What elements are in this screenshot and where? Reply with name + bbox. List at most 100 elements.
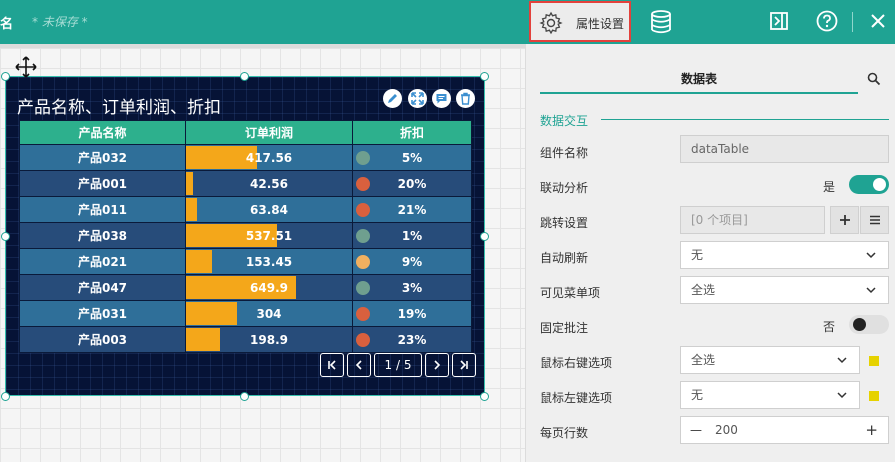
chevron-left-icon (355, 360, 362, 370)
table-row[interactable]: 产品001 42.56 20% (19, 170, 472, 197)
last-page-button[interactable] (452, 353, 476, 377)
help-icon[interactable] (816, 10, 838, 32)
fixed-note-toggle[interactable] (849, 315, 889, 334)
comment-button[interactable] (432, 89, 451, 108)
discount-value: 5% (401, 150, 423, 165)
table-row[interactable]: 产品047 649.9 3% (19, 274, 472, 301)
component-name-label: 组件名称 (540, 146, 589, 160)
section-divider (601, 119, 889, 120)
discount-cell[interactable]: 20% (352, 170, 472, 197)
move-icon[interactable] (14, 55, 38, 79)
widget-title: 产品名称、订单利润、折扣 (17, 98, 221, 118)
fullscreen-button[interactable] (408, 89, 427, 108)
increment-button[interactable]: + (865, 417, 878, 443)
rows-per-page-stepper[interactable]: — 200 + (680, 416, 889, 444)
profit-cell[interactable]: 63.84 (185, 196, 353, 223)
table-row[interactable]: 产品003 198.9 23% (19, 326, 472, 353)
search-icon[interactable] (867, 72, 881, 86)
table-row[interactable]: 产品032 417.56 5% (19, 144, 472, 171)
product-name-cell[interactable]: 产品001 (19, 170, 186, 197)
component-name-field[interactable]: dataTable (680, 135, 889, 163)
profit-cell[interactable]: 649.9 (185, 274, 353, 301)
page-indicator: 1 / 5 (374, 353, 422, 377)
left-click-select[interactable]: 无 (680, 381, 860, 409)
delete-button[interactable] (456, 89, 475, 108)
right-click-select[interactable]: 全选 (680, 346, 860, 374)
first-page-button[interactable] (320, 353, 344, 377)
next-page-button[interactable] (425, 353, 449, 377)
jump-label: 跳转设置 (540, 216, 589, 230)
product-name-cell[interactable]: 产品003 (19, 326, 186, 353)
product-name-cell[interactable]: 产品032 (19, 144, 186, 171)
last-page-icon (460, 360, 468, 370)
section-title: 数据交互 (540, 114, 589, 128)
profit-cell[interactable]: 417.56 (185, 144, 353, 171)
jump-field[interactable]: [0 个项目] (680, 206, 825, 234)
discount-cell[interactable]: 5% (352, 144, 472, 171)
discount-cell[interactable]: 9% (352, 248, 472, 275)
discount-value: 20% (397, 176, 427, 191)
column-header[interactable]: 折扣 (352, 120, 472, 145)
column-header[interactable]: 订单利润 (185, 120, 353, 145)
profit-cell[interactable]: 537.51 (185, 222, 353, 249)
resize-handle[interactable] (480, 392, 489, 401)
jump-menu-button[interactable] (860, 206, 889, 234)
gear-icon (539, 11, 563, 35)
resize-handle[interactable] (1, 392, 10, 401)
product-name-cell[interactable]: 产品011 (19, 196, 186, 223)
left-click-value: 无 (691, 388, 704, 402)
first-page-icon (328, 360, 336, 370)
column-header[interactable]: 产品名称 (19, 120, 186, 145)
discount-value: 1% (401, 228, 423, 243)
resize-handle[interactable] (480, 232, 489, 241)
resize-handle[interactable] (1, 72, 10, 81)
product-name-cell[interactable]: 产品047 (19, 274, 186, 301)
linkage-toggle[interactable] (849, 175, 889, 194)
header-divider (852, 12, 853, 32)
product-name-cell[interactable]: 产品031 (19, 300, 186, 327)
resize-handle[interactable] (1, 232, 10, 241)
resize-handle[interactable] (240, 72, 249, 81)
discount-cell[interactable]: 1% (352, 222, 472, 249)
close-icon[interactable] (870, 13, 886, 29)
profit-cell[interactable]: 42.56 (185, 170, 353, 197)
edit-button[interactable] (383, 89, 402, 108)
profit-value: 198.9 (250, 332, 288, 347)
profit-cell[interactable]: 304 (185, 300, 353, 327)
product-name-cell[interactable]: 产品038 (19, 222, 186, 249)
discount-cell[interactable]: 23% (352, 326, 472, 353)
chevron-down-icon (866, 252, 876, 259)
panel-toggle-icon[interactable] (769, 11, 789, 31)
table-row[interactable]: 产品031 304 19% (19, 300, 472, 327)
discount-indicator-dot (356, 333, 370, 347)
product-name-cell[interactable]: 产品021 (19, 248, 186, 275)
table-row[interactable]: 产品011 63.84 21% (19, 196, 472, 223)
decrement-button[interactable]: — (690, 417, 702, 443)
profit-bar (186, 302, 237, 325)
visible-menu-select[interactable]: 全选 (680, 276, 889, 304)
rows-per-page-value[interactable]: 200 (715, 417, 738, 443)
table-row[interactable]: 产品038 537.51 1% (19, 222, 472, 249)
profit-cell[interactable]: 153.45 (185, 248, 353, 275)
resize-handle[interactable] (480, 72, 489, 81)
table-row[interactable]: 产品021 153.45 9% (19, 248, 472, 275)
pencil-icon (388, 94, 397, 103)
profit-cell[interactable]: 198.9 (185, 326, 353, 353)
prev-page-button[interactable] (347, 353, 371, 377)
tab-data-table[interactable]: 数据表 (540, 70, 858, 87)
discount-indicator-dot (356, 255, 370, 269)
auto-refresh-select[interactable]: 无 (680, 241, 889, 269)
menu-icon (869, 215, 880, 225)
resize-handle[interactable] (240, 392, 249, 401)
tab-properties[interactable]: 属性设置 (529, 1, 631, 42)
table-widget[interactable]: 产品名称、订单利润、折扣 产品名称 订单利润 折扣 产品032 417.56 5% 产… (5, 76, 485, 396)
discount-cell[interactable]: 21% (352, 196, 472, 223)
discount-cell[interactable]: 19% (352, 300, 472, 327)
auto-refresh-value: 无 (691, 248, 704, 262)
discount-cell[interactable]: 3% (352, 274, 472, 301)
tab-underline (540, 92, 858, 94)
add-jump-button[interactable] (830, 206, 859, 234)
database-icon[interactable] (650, 10, 672, 34)
discount-value: 3% (401, 280, 423, 295)
report-name[interactable]: 名 (0, 13, 13, 32)
